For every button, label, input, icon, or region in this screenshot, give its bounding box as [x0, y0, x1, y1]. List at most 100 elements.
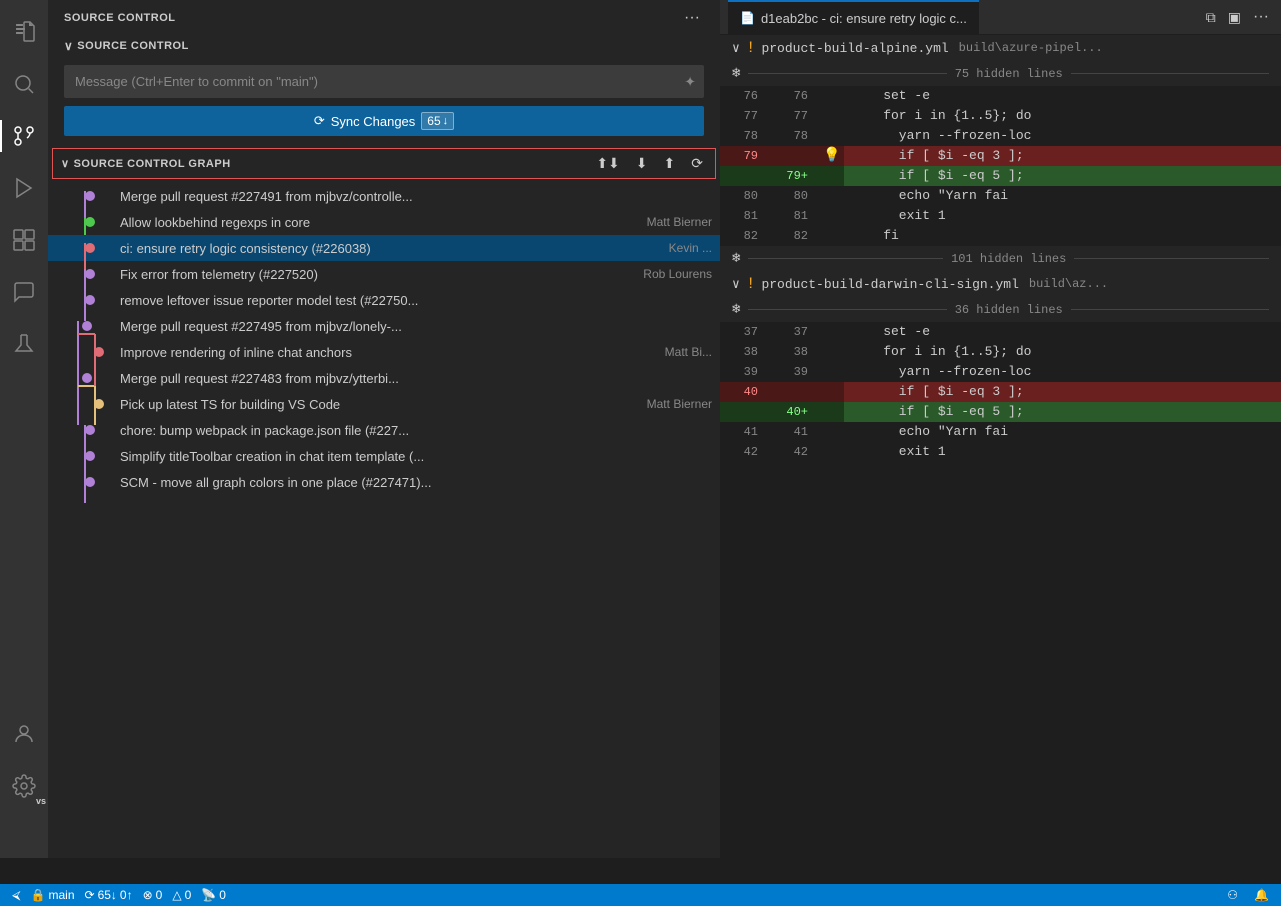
file-chevron-2-icon: ∨: [732, 277, 740, 292]
graph-item[interactable]: Simplify titleToolbar creation in chat i…: [48, 443, 720, 469]
branch-button[interactable]: 🔒 main: [27, 884, 79, 906]
sync-count: 65: [427, 114, 440, 128]
diff-line: 77 77 for i in {1..5}; do: [720, 106, 1281, 126]
commit-message-input[interactable]: [64, 65, 704, 98]
graph-section-header[interactable]: ∨ SOURCE CONTROL GRAPH ⬆⬇ ⬇ ⬆ ⟳: [52, 148, 716, 179]
sidebar-title: SOURCE CONTROL: [64, 12, 176, 24]
split-editor-button[interactable]: ⧉: [1202, 6, 1220, 28]
line-num-left: 40: [720, 382, 770, 402]
separator: [748, 258, 943, 259]
file-header-1[interactable]: ∨ ! product-build-alpine.yml build\azure…: [720, 35, 1281, 61]
graph-item[interactable]: chore: bump webpack in package.json file…: [48, 417, 720, 443]
line-num-right: 41: [770, 422, 820, 442]
error-count: 0: [156, 888, 163, 902]
diff-line-removed: 79 💡 if [ $i -eq 3 ];: [720, 146, 1281, 166]
line-num-right: 39: [770, 362, 820, 382]
copilot-status[interactable]: ⚇: [1223, 884, 1242, 906]
sidebar-more-button[interactable]: ···: [680, 7, 704, 29]
graph-item-author: Rob Lourens: [643, 267, 712, 281]
graph-item-author: Matt Bi...: [665, 345, 712, 359]
graph-item-author: Matt Bierner: [647, 397, 712, 411]
bell-status[interactable]: 🔔: [1250, 884, 1273, 906]
hidden-lines-top-1[interactable]: ❄ 75 hidden lines: [720, 61, 1281, 86]
graph-item[interactable]: Merge pull request #227495 from mjbvz/lo…: [48, 313, 720, 339]
graph-item[interactable]: Pick up latest TS for building VS Code M…: [48, 391, 720, 417]
activity-item-settings[interactable]: vs: [0, 762, 48, 810]
no-network-status[interactable]: 📡 0: [197, 884, 230, 906]
diff-line-content: set -e: [844, 322, 1281, 342]
graph-dot-area: [60, 269, 120, 279]
remote-icon: ⮘: [12, 888, 21, 903]
graph-item-text: Improve rendering of inline chat anchors: [120, 345, 659, 360]
source-control-section-header[interactable]: ∨ SOURCE CONTROL: [56, 35, 712, 57]
branch-pull-button[interactable]: ⬇: [632, 153, 652, 174]
file-path-2: build\az...: [1029, 277, 1108, 291]
lock-icon: 🔒: [31, 888, 46, 902]
no-network-count: 0: [219, 888, 226, 902]
graph-item[interactable]: Fix error from telemetry (#227520) Rob L…: [48, 261, 720, 287]
graph-item[interactable]: Allow lookbehind regexps in core Matt Bi…: [48, 209, 720, 235]
separator: [748, 73, 946, 74]
activity-item-chat[interactable]: [0, 268, 48, 316]
hidden-lines-top-2[interactable]: ❄ 36 hidden lines: [720, 297, 1281, 322]
branch-fetch-button[interactable]: ⬆⬇: [592, 153, 623, 174]
graph-dot-area: [60, 373, 120, 383]
graph-item-text: Merge pull request #227495 from mjbvz/lo…: [120, 319, 712, 334]
warning-status[interactable]: △ 0: [168, 884, 195, 906]
diff-gutter: [820, 206, 844, 226]
diff-gutter: [820, 342, 844, 362]
graph-item[interactable]: Merge pull request #227483 from mjbvz/yt…: [48, 365, 720, 391]
line-num-left: 79: [720, 146, 770, 166]
bell-icon: 🔔: [1254, 888, 1269, 902]
graph-item-author: Matt Bierner: [647, 215, 712, 229]
right-panel: 📄 d1eab2bc - ci: ensure retry logic c...…: [720, 0, 1281, 858]
diff-line: 39 39 yarn --frozen-loc: [720, 362, 1281, 382]
graph-item[interactable]: remove leftover issue reporter model tes…: [48, 287, 720, 313]
line-num-left: 80: [720, 186, 770, 206]
line-num-right: 37: [770, 322, 820, 342]
sync-changes-button[interactable]: ⟳ Sync Changes 65 ↓: [64, 106, 704, 136]
error-status[interactable]: ⊗ 0: [139, 884, 167, 906]
line-num-left: 82: [720, 226, 770, 246]
graph-item[interactable]: Improve rendering of inline chat anchors…: [48, 339, 720, 365]
activity-item-extensions[interactable]: [0, 216, 48, 264]
tab-more-button[interactable]: ···: [1249, 6, 1273, 28]
activity-item-source-control[interactable]: [0, 112, 48, 160]
activity-item-run[interactable]: [0, 164, 48, 212]
sync-icon: ⟳: [314, 113, 325, 129]
status-left: ⮘ 🔒 main ⟳ 65↓ 0↑ ⊗ 0 △ 0 📡 0: [8, 884, 230, 906]
split-vertical-button[interactable]: ▣: [1224, 6, 1245, 28]
activity-item-lab[interactable]: [0, 320, 48, 368]
diff-line-content: if [ $i -eq 3 ];: [844, 382, 1281, 402]
line-num-right: 82: [770, 226, 820, 246]
graph-refresh-button[interactable]: ⟳: [687, 153, 707, 174]
diff-line-content: echo "Yarn fai: [844, 422, 1281, 442]
hidden-lines-bottom-1[interactable]: ❄ 101 hidden lines: [720, 246, 1281, 271]
diff-gutter: [820, 86, 844, 106]
graph-item[interactable]: SCM - move all graph colors in one place…: [48, 469, 720, 495]
file-header-2[interactable]: ∨ ! product-build-darwin-cli-sign.yml bu…: [720, 271, 1281, 297]
status-bar: ⮘ 🔒 main ⟳ 65↓ 0↑ ⊗ 0 △ 0 📡 0 ⚇ 🔔: [0, 884, 1281, 906]
sidebar-header: SOURCE CONTROL ···: [48, 0, 720, 35]
branch-push-button[interactable]: ⬆: [660, 153, 680, 174]
graph-dot-area: [60, 425, 120, 435]
remote-button[interactable]: ⮘: [8, 884, 25, 906]
hidden-lines-count-bottom-1: 101 hidden lines: [951, 252, 1066, 266]
diff-line-content: set -e: [844, 86, 1281, 106]
graph-dot-area: [60, 295, 120, 305]
editor-tab[interactable]: 📄 d1eab2bc - ci: ensure retry logic c...: [728, 0, 979, 35]
activity-item-account[interactable]: [0, 710, 48, 758]
graph-section-label: SOURCE CONTROL GRAPH: [74, 158, 231, 170]
chevron-down-icon: ∨: [64, 39, 73, 53]
diff-line: 37 37 set -e: [720, 322, 1281, 342]
sync-status-button[interactable]: ⟳ 65↓ 0↑: [81, 884, 137, 906]
sync-up-count: 0↑: [120, 888, 133, 902]
activity-item-search[interactable]: [0, 60, 48, 108]
line-num-left: 76: [720, 86, 770, 106]
diff-line: 80 80 echo "Yarn fai: [720, 186, 1281, 206]
graph-item-selected[interactable]: ci: ensure retry logic consistency (#226…: [48, 235, 720, 261]
graph-item[interactable]: Merge pull request #227491 from mjbvz/co…: [48, 183, 720, 209]
activity-item-explorer[interactable]: [0, 8, 48, 56]
hidden-lines-count-1: 75 hidden lines: [955, 67, 1063, 81]
graph-item-text: Merge pull request #227491 from mjbvz/co…: [120, 189, 712, 204]
